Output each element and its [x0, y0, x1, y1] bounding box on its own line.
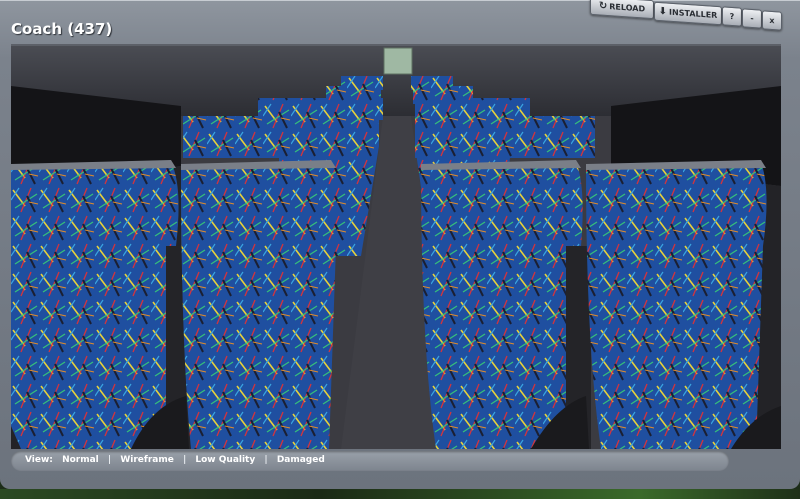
top-toolbar: ↻ RELOAD ⬇ INSTALLER ? - x: [578, 0, 800, 34]
installer-button[interactable]: ⬇ INSTALLER: [654, 1, 722, 26]
window-title: Coach (437): [11, 20, 113, 38]
view-low-quality-option[interactable]: Low Quality: [195, 455, 255, 465]
help-button[interactable]: ?: [722, 6, 742, 27]
coach-interior-render: [11, 46, 781, 449]
download-icon: ⬇: [658, 5, 668, 18]
near-seat-right-1: [421, 160, 583, 449]
view-normal-option[interactable]: Normal: [62, 455, 99, 465]
view-wireframe-option[interactable]: Wireframe: [120, 455, 173, 465]
background-scenery: [0, 489, 800, 499]
separator: |: [107, 455, 112, 465]
separator: |: [182, 455, 187, 465]
minimize-button[interactable]: -: [742, 8, 762, 29]
near-seat-right-2: [566, 160, 767, 449]
near-seat-left-2: [166, 160, 338, 449]
view-damaged-option[interactable]: Damaged: [277, 455, 325, 465]
view-mode-bar: View: Normal | Wireframe | Low Quality |…: [11, 451, 729, 471]
close-button[interactable]: x: [762, 10, 782, 31]
reload-icon: ↻: [598, 0, 608, 12]
view-label: View:: [25, 455, 53, 465]
reload-button[interactable]: ↻ RELOAD: [590, 0, 654, 20]
viewer-window: Coach (437) ↻ RELOAD ⬇ INSTALLER ? - x V…: [0, 0, 800, 489]
separator: |: [264, 455, 268, 465]
near-seat-left-1: [11, 160, 179, 449]
3d-viewport[interactable]: [11, 44, 781, 449]
rear-door: [383, 47, 413, 75]
